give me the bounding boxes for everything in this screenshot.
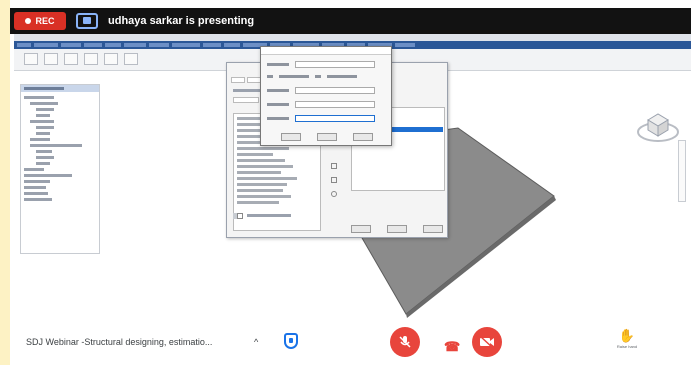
dialog-ok-button[interactable] [351,225,371,233]
tool-icon[interactable] [331,163,337,169]
end-call-icon[interactable]: ☎ [444,339,460,355]
sub-dialog [260,46,392,146]
sub-dialog-ok-button[interactable] [281,133,301,141]
dialog-side-tools [331,163,339,213]
chevron-up-icon[interactable]: ^ [254,337,258,347]
sub-dialog-active-field[interactable] [295,115,375,122]
meeting-window: REC udhaya sarkar is presenting SDJ Webi… [10,0,691,365]
meeting-controls: SDJ Webinar -Structural designing, estim… [10,323,691,365]
dialog-dropdown[interactable] [233,97,259,103]
mic-off-button[interactable] [390,327,420,357]
camera-off-icon [479,335,494,349]
tool-icon[interactable] [331,177,337,183]
raise-hand-button[interactable]: ✋ Raise hand [602,329,652,349]
tool-icon[interactable] [331,191,337,197]
mic-off-icon [399,336,411,348]
sub-dialog-field[interactable] [295,61,375,68]
dialog-checkbox-label [247,214,291,217]
camera-off-button[interactable] [472,327,502,357]
viewcube-icon[interactable] [636,108,680,144]
sub-dialog-field[interactable] [295,101,375,108]
raise-hand-label: Raise hand [616,344,638,349]
raise-hand-icon: ✋ [618,328,636,343]
sub-dialog-cancel-button[interactable] [317,133,337,141]
dialog-tab[interactable] [247,77,261,83]
dialog-cancel-button[interactable] [387,225,407,233]
dialog-checkbox[interactable] [237,213,243,219]
shield-icon[interactable] [284,333,298,349]
sub-dialog-field[interactable] [295,87,375,94]
sub-dialog-help-button[interactable] [353,133,373,141]
dialog-help-button[interactable] [423,225,443,233]
navigation-bar[interactable] [678,140,686,202]
meeting-title[interactable]: SDJ Webinar -Structural designing, estim… [26,337,212,347]
dialog-tab[interactable] [231,77,245,83]
sub-dialog-titlebar [261,47,391,55]
